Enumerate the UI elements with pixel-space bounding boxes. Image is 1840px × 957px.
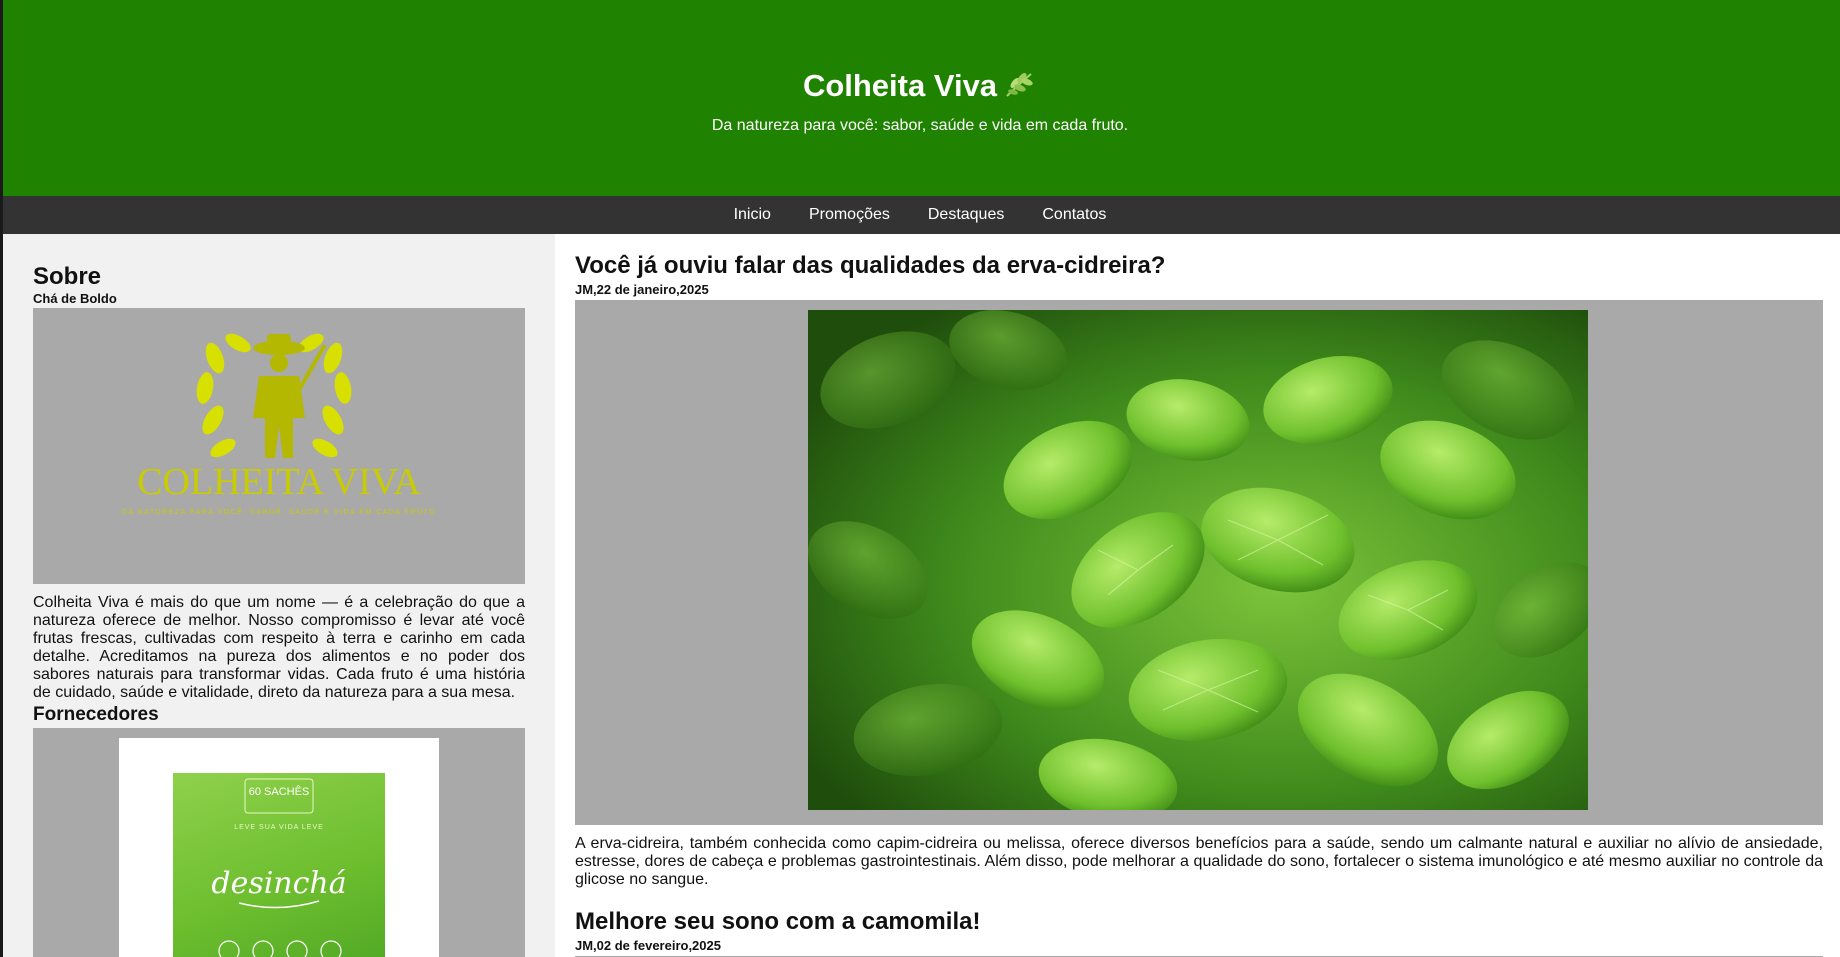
supplier-image: 60 SACHÊS LEVE SUA VIDA LEVE desinchá: [33, 728, 525, 957]
about-heading: Sobre: [33, 263, 102, 290]
farmer-wreath-logo: COLHEITA VIVA DA NATUREZA PARA VOCÊ: SAB…: [122, 333, 436, 516]
post-title[interactable]: Melhore seu sono com a camomila!: [575, 908, 1823, 936]
site-title-text: Colheita Viva: [802, 68, 998, 103]
main-content: Você já ouviu falar das qualidades da er…: [575, 234, 1823, 957]
about-text: Colheita Viva é mais do que um nome — é …: [33, 594, 525, 701]
logo-image: COLHEITA VIVA DA NATUREZA PARA VOCÊ: SAB…: [33, 308, 525, 584]
top-navigation: Inicio Promoções Destaques Contatos: [0, 196, 1840, 234]
leaf-icon: [1006, 73, 1033, 97]
svg-text:DA NATUREZA PARA VOCÊ: SABOR,: DA NATUREZA PARA VOCÊ: SABOR, SAÚDE E VI…: [122, 507, 436, 516]
post-title[interactable]: Você já ouviu falar das qualidades da er…: [575, 252, 1823, 280]
post-date: JM,22 de janeiro,2025: [575, 282, 709, 297]
site-subtitle: Da natureza para você: sabor, saúde e vi…: [711, 117, 1129, 134]
post-camomila: Melhore seu sono com a camomila! JM,02 d…: [575, 908, 1823, 957]
nav-item-inicio[interactable]: Inicio: [715, 196, 790, 234]
sidebar: Sobre Chá de Boldo COLHEITA VIVA DA NATU…: [0, 234, 555, 957]
product-package: 60 SACHÊS LEVE SUA VIDA LEVE desinchá: [173, 773, 385, 957]
logo-brand-text: COLHEITA VIVA DA NATUREZA PARA VOCÊ: SAB…: [122, 461, 436, 516]
site-title: Colheita Viva: [0, 68, 1840, 104]
svg-text:60 SACHÊS: 60 SACHÊS: [249, 785, 310, 798]
desincha-package-art: 60 SACHÊS LEVE SUA VIDA LEVE desinchá: [211, 778, 347, 957]
svg-text:LEVE SUA VIDA LEVE: LEVE SUA VIDA LEVE: [234, 824, 324, 831]
site-header: Colheita Viva Da natureza para você: sab…: [0, 0, 1840, 196]
supplier-product-card: 60 SACHÊS LEVE SUA VIDA LEVE desinchá: [119, 738, 439, 957]
nav-item-contatos[interactable]: Contatos: [1023, 196, 1125, 234]
suppliers-heading: Fornecedores: [33, 704, 159, 725]
post-erva-cidreira: Você já ouviu falar das qualidades da er…: [575, 252, 1823, 889]
nav-item-promocoes[interactable]: Promoções: [790, 196, 909, 234]
lemon-balm-photo: [808, 310, 1588, 810]
about-subheading: Chá de Boldo: [33, 291, 117, 306]
post-body: A erva-cidreira, também conhecida como c…: [575, 835, 1823, 888]
svg-text:desinchá: desinchá: [211, 866, 346, 901]
post-date: JM,02 de fevereiro,2025: [575, 938, 721, 953]
svg-text:COLHEITA VIVA: COLHEITA VIVA: [137, 461, 421, 503]
post-image-frame: [575, 300, 1823, 825]
window-left-edge: [0, 0, 3, 957]
nav-item-destaques[interactable]: Destaques: [909, 196, 1024, 234]
